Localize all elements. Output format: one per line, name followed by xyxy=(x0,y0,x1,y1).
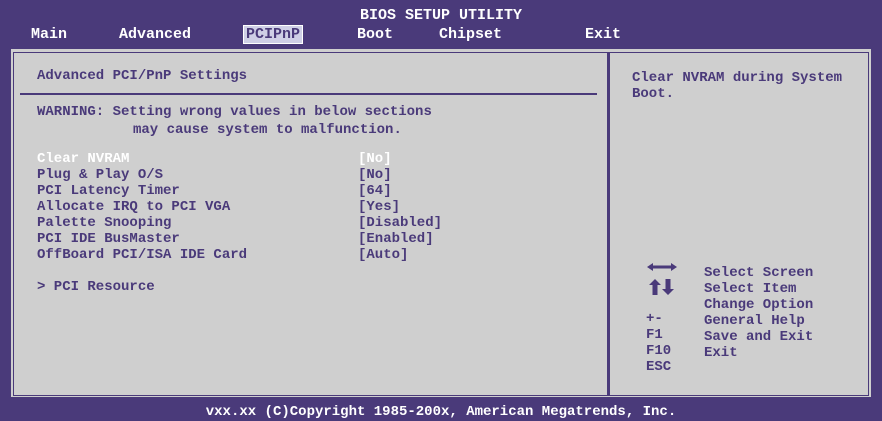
option-pci-ide-busmaster-value[interactable]: [Enabled] xyxy=(358,232,434,246)
tab-exit[interactable]: Exit xyxy=(585,26,621,43)
option-plug-and-play-os-value[interactable]: [No] xyxy=(358,168,392,182)
key-desc-save-exit: Save and Exit xyxy=(704,329,814,345)
help-divider xyxy=(607,52,610,396)
option-allocate-irq-vga[interactable]: Allocate IRQ to PCI VGA xyxy=(37,200,230,214)
option-clear-nvram-value[interactable]: [No] xyxy=(358,152,392,166)
option-pci-latency-timer-value[interactable]: [64] xyxy=(358,184,392,198)
option-pci-latency-timer[interactable]: PCI Latency Timer xyxy=(37,184,180,198)
bios-title: BIOS SETUP UTILITY xyxy=(359,7,523,24)
help-text: Clear NVRAM during System Boot. xyxy=(632,70,851,102)
option-offboard-ide-card[interactable]: OffBoard PCI/ISA IDE Card xyxy=(37,248,247,262)
option-palette-snooping[interactable]: Palette Snooping xyxy=(37,216,171,230)
heading-divider xyxy=(20,93,597,95)
tab-main[interactable]: Main xyxy=(31,26,67,43)
key-desc-select-item: Select Item xyxy=(704,281,797,297)
key-desc-select-screen: Select Screen xyxy=(704,265,814,281)
warning-line-2: may cause system to malfunction. xyxy=(133,122,402,138)
key-desc-change-option: Change Option xyxy=(704,297,814,313)
warning-line-1: WARNING: Setting wrong values in below s… xyxy=(37,104,432,120)
key-plus-minus: +- xyxy=(646,311,663,327)
tab-pcipnp[interactable]: PCIPnP xyxy=(243,25,304,44)
copyright-text: vxx.xx (C)Copyright 1985-200x, American … xyxy=(205,404,677,420)
tab-boot[interactable]: Boot xyxy=(357,26,393,43)
tab-chipset[interactable]: Chipset xyxy=(439,26,502,43)
section-heading: Advanced PCI/PnP Settings xyxy=(37,68,248,84)
key-desc-general-help: General Help xyxy=(704,313,805,329)
option-pci-ide-busmaster[interactable]: PCI IDE BusMaster xyxy=(37,232,180,246)
up-down-arrows-icon xyxy=(649,279,674,295)
key-esc: ESC xyxy=(646,359,672,375)
submenu-pci-resource[interactable]: > PCI Resource xyxy=(37,280,155,294)
tab-advanced[interactable]: Advanced xyxy=(119,26,191,43)
option-plug-and-play-os[interactable]: Plug & Play O/S xyxy=(37,168,163,182)
key-f10: F10 xyxy=(646,343,672,359)
key-f1: F1 xyxy=(646,327,663,343)
option-clear-nvram[interactable]: Clear NVRAM xyxy=(37,152,129,166)
option-palette-snooping-value[interactable]: [Disabled] xyxy=(358,216,442,230)
left-right-arrows-icon xyxy=(647,263,677,271)
option-offboard-ide-card-value[interactable]: [Auto] xyxy=(358,248,408,262)
key-desc-exit: Exit xyxy=(704,345,738,361)
option-allocate-irq-vga-value[interactable]: [Yes] xyxy=(358,200,400,214)
